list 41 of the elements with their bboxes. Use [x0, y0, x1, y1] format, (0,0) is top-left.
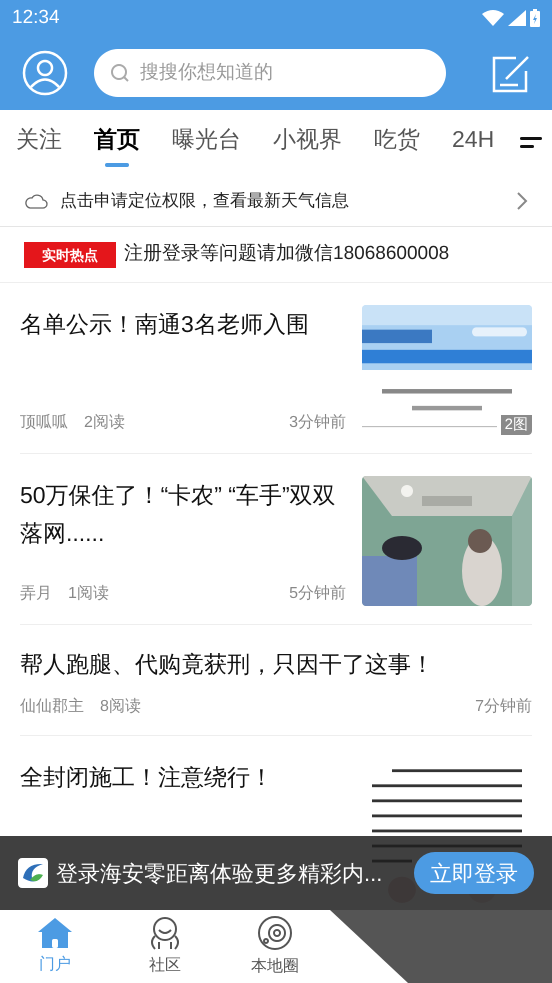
- signal-icon: [508, 10, 526, 26]
- category-tab[interactable]: 关注: [16, 118, 62, 166]
- search-icon: [110, 63, 130, 83]
- chevron-right-icon: [516, 190, 528, 210]
- app-logo-icon: [18, 858, 48, 888]
- article-time: 5分钟前: [289, 584, 346, 604]
- article-author: 顶呱呱: [20, 413, 68, 433]
- login-prompt-text: 登录海安零距离体验更多精彩内...: [56, 860, 384, 888]
- article-title[interactable]: 50万保住了！“卡农” “车手”双双落网......: [20, 476, 350, 552]
- hot-notice-text[interactable]: 注册登录等问题请加微信18068600008: [124, 240, 450, 269]
- article-title[interactable]: 全封闭施工！注意绕行！: [20, 758, 350, 796]
- planet-icon: [257, 914, 293, 950]
- category-tab[interactable]: 小视界: [273, 118, 342, 166]
- search-field[interactable]: 搜搜你想知道的: [94, 49, 446, 97]
- avatar-icon[interactable]: [22, 50, 68, 96]
- read-count: 1阅读: [68, 584, 109, 604]
- category-tab[interactable]: 24H: [452, 118, 494, 166]
- nav-tab[interactable]: 本地圈: [220, 910, 330, 983]
- category-tab[interactable]: 曝光台: [172, 118, 241, 166]
- cloud-icon: [24, 192, 48, 208]
- category-tab[interactable]: 吃货: [374, 118, 420, 166]
- nav-tab[interactable]: 社区: [110, 910, 220, 983]
- read-count: 2阅读: [84, 412, 125, 433]
- article-time: 3分钟前: [289, 413, 346, 433]
- status-time: 12:34: [12, 6, 60, 30]
- article-time: 7分钟前: [475, 697, 532, 717]
- menu-icon[interactable]: [518, 134, 544, 150]
- weather-text: 点击申请定位权限，查看最新天气信息: [60, 190, 350, 212]
- category-tab[interactable]: 首页: [94, 118, 140, 166]
- article-title[interactable]: 名单公示！南通3名老师入围: [20, 305, 350, 343]
- hot-badge: 实时热点: [24, 242, 116, 268]
- compose-icon[interactable]: [492, 53, 530, 93]
- article-author: 弄月: [20, 584, 52, 604]
- read-count: 8阅读: [100, 696, 141, 717]
- article-title[interactable]: 帮人跑腿、代购竟获刑，只因干了这事！: [20, 645, 532, 683]
- battery-icon: [530, 9, 540, 27]
- article-author: 仙仙郡主: [20, 696, 84, 717]
- image-count: 2图: [500, 415, 532, 435]
- weather-banner[interactable]: 点击申请定位权限，查看最新天气信息: [0, 175, 552, 227]
- wifi-icon: [482, 10, 504, 26]
- home-icon: [37, 916, 73, 948]
